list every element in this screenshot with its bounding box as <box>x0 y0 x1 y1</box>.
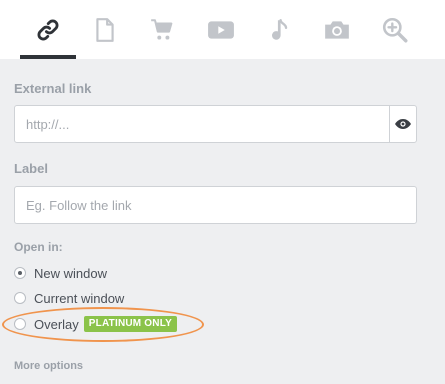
tab-camera[interactable] <box>309 0 365 59</box>
tab-document[interactable] <box>77 0 133 59</box>
tab-zoom[interactable] <box>367 0 423 59</box>
label-input[interactable] <box>15 187 416 223</box>
camera-icon <box>325 20 349 39</box>
label-field <box>14 186 417 224</box>
eye-icon <box>395 119 411 129</box>
tab-video[interactable] <box>193 0 249 59</box>
music-note-icon <box>271 18 288 40</box>
current-window-radio[interactable] <box>14 292 26 304</box>
current-window-label: Current window <box>34 290 125 306</box>
tab-music[interactable] <box>251 0 307 59</box>
open-in-new-window-option[interactable]: New window <box>14 265 107 281</box>
more-options-link[interactable]: More options <box>14 360 83 372</box>
external-link-input[interactable] <box>15 106 391 142</box>
external-link-field <box>14 105 417 143</box>
document-icon <box>96 17 114 42</box>
new-window-label: New window <box>34 265 107 281</box>
cart-icon <box>151 18 173 40</box>
tab-link[interactable] <box>20 0 76 59</box>
zoom-in-icon <box>382 17 408 42</box>
platinum-only-badge: PLATINUM ONLY <box>83 316 177 332</box>
video-icon <box>208 20 234 39</box>
tab-cart[interactable] <box>134 0 190 59</box>
open-in-label: Open in: <box>14 240 63 254</box>
open-in-current-window-option[interactable]: Current window <box>14 290 124 306</box>
open-in-overlay-option[interactable]: Overlay PLATINUM ONLY <box>14 316 177 332</box>
overlay-radio[interactable] <box>14 318 26 330</box>
preview-link-button[interactable] <box>389 106 416 142</box>
link-icon <box>37 19 59 40</box>
tab-bar <box>0 0 445 59</box>
overlay-label: Overlay <box>34 316 79 332</box>
new-window-radio[interactable] <box>14 267 26 279</box>
external-link-label: External link <box>14 81 92 96</box>
label-field-label: Label <box>14 161 48 176</box>
